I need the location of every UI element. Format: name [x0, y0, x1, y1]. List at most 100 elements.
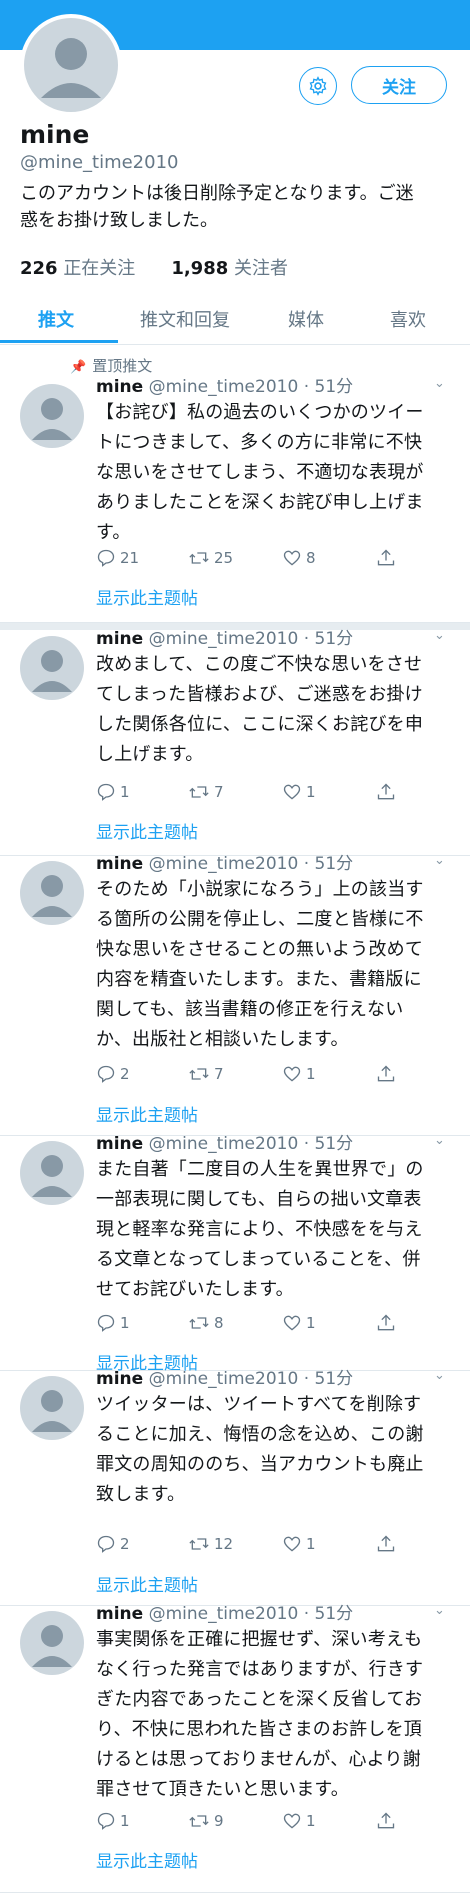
tweet[interactable]: mine @mine_time2010 · 51分 ⌄ 事実関係を正確に把握せず、深… [0, 1603, 470, 1893]
tweet-author-name[interactable]: mine [96, 1604, 143, 1624]
like-button[interactable]: 1 [282, 1064, 316, 1084]
tweet[interactable]: mine @mine_time2010 · 51分 ⌄ 改めまして、この度ご不快な思… [0, 628, 470, 856]
share-button[interactable] [376, 548, 396, 568]
tweet-actions: 21 25 8 [96, 548, 406, 574]
tweet-text-line: 改めまして、この度ご不快な思いをさせ [96, 654, 423, 675]
default-avatar-icon [32, 1155, 72, 1197]
tweet[interactable]: mine @mine_time2010 · 51分 ⌄ 【お詫び】私の過去のいくつか… [0, 372, 470, 623]
tweet-avatar[interactable] [20, 1141, 84, 1205]
tweet-text-line: トにつきまして、多くの方に非常に不快 [96, 432, 423, 453]
like-button[interactable]: 8 [282, 548, 316, 568]
tweet[interactable]: mine @mine_time2010 · 51分 ⌄ そのため「小説家になろう」上… [0, 853, 470, 1136]
profile-stats: 226 正在关注 1,988 关注者 [20, 254, 288, 280]
tweet-author-name[interactable]: mine [96, 377, 143, 397]
followers-link[interactable]: 1,988 关注者 [171, 258, 288, 279]
tweet-text-line: てしまった皆様および、ご迷惑をお掛け [96, 684, 423, 705]
tweet-time[interactable]: · 51分 [304, 1369, 353, 1389]
like-count: 1 [306, 1812, 316, 1830]
tweet-avatar[interactable] [20, 1376, 84, 1440]
retweet-button[interactable]: 12 [188, 1534, 233, 1554]
retweet-button[interactable]: 9 [188, 1811, 224, 1831]
settings-button[interactable] [299, 67, 337, 105]
like-count: 8 [306, 549, 316, 567]
tweet-avatar[interactable] [20, 861, 84, 925]
tweet-author-handle: @mine_time2010 [148, 1134, 299, 1154]
share-button[interactable] [376, 1313, 396, 1333]
retweet-button[interactable]: 25 [188, 548, 233, 568]
reply-button[interactable]: 2 [96, 1534, 130, 1554]
like-icon [283, 784, 301, 800]
following-link[interactable]: 226 正在关注 [20, 258, 135, 279]
reply-count: 1 [120, 1812, 130, 1830]
tweet-time[interactable]: · 51分 [304, 377, 353, 397]
tweet-text: 【お詫び】私の過去のいくつかのツイー トにつきまして、多くの方に非常に不快 な思いを… [96, 398, 446, 548]
chevron-down-icon[interactable]: ⌄ [434, 1603, 445, 1618]
tweet-time[interactable]: · 51分 [304, 1134, 353, 1154]
chevron-down-icon[interactable]: ⌄ [434, 853, 445, 868]
reply-button[interactable]: 2 [96, 1064, 130, 1084]
tweet-actions: 1 9 1 [96, 1811, 406, 1837]
reply-button[interactable]: 1 [96, 1313, 130, 1333]
tweet-author-name[interactable]: mine [96, 1134, 143, 1154]
share-button[interactable] [376, 1811, 396, 1831]
retweet-button[interactable]: 7 [188, 782, 224, 802]
reply-button[interactable]: 1 [96, 782, 130, 802]
tab-tweets-replies[interactable]: 推文和回复 [140, 306, 230, 332]
reply-button[interactable]: 21 [96, 548, 139, 568]
tweet-avatar[interactable] [20, 1611, 84, 1675]
tweet-text-line: 事実関係を正確に把握せず、深い考えも [96, 1629, 423, 1650]
chevron-down-icon[interactable]: ⌄ [434, 628, 445, 643]
like-button[interactable]: 1 [282, 1313, 316, 1333]
tweet[interactable]: mine @mine_time2010 · 51分 ⌄ また自著「二度目の人生を異世… [0, 1133, 470, 1374]
show-thread-link[interactable]: 显示此主题帖 [96, 818, 198, 843]
like-button[interactable]: 1 [282, 782, 316, 802]
default-avatar-icon [41, 38, 101, 98]
tweet-time[interactable]: · 51分 [304, 854, 353, 874]
retweet-count: 8 [214, 1314, 224, 1332]
chevron-down-icon[interactable]: ⌄ [434, 1133, 445, 1148]
retweet-button[interactable]: 8 [188, 1313, 224, 1333]
tab-tweets[interactable]: 推文 [38, 306, 74, 332]
tweet-text-line: す。 [96, 522, 131, 543]
share-button[interactable] [376, 1064, 396, 1084]
chevron-down-icon[interactable]: ⌄ [434, 1368, 445, 1383]
share-button[interactable] [376, 782, 396, 802]
tweet-text-line: 【お詫び】私の過去のいくつかのツイー [96, 402, 424, 423]
tweet-author-name[interactable]: mine [96, 854, 143, 874]
tweet-text-line: けるとは思っておりませんが、心より謝 [96, 1749, 421, 1770]
show-thread-link[interactable]: 显示此主题帖 [96, 584, 198, 609]
retweet-count: 12 [214, 1535, 234, 1553]
followers-label: 关注者 [233, 258, 288, 279]
show-thread-link[interactable]: 显示此主题帖 [96, 1571, 198, 1596]
tweet-avatar[interactable] [20, 384, 84, 448]
retweet-icon [189, 1317, 209, 1329]
tweet-time[interactable]: · 51分 [304, 1604, 353, 1624]
default-avatar-icon [32, 1390, 72, 1432]
like-count: 1 [306, 1065, 316, 1083]
share-button[interactable] [376, 1534, 396, 1554]
retweet-count: 25 [214, 549, 234, 567]
follow-button[interactable]: 关注 [351, 66, 447, 104]
tweet-text-line: また自著「二度目の人生を異世界で」の [96, 1159, 424, 1180]
tweet-header: mine @mine_time2010 · 51分 [96, 1129, 353, 1154]
tweet-text: 改めまして、この度ご不快な思いをさせ てしまった皆様および、ご迷惑をお掛け した関係… [96, 650, 446, 770]
reply-icon [97, 783, 115, 801]
tweet-text-line: し上げます。 [96, 744, 204, 765]
tweet-author-name[interactable]: mine [96, 629, 143, 649]
chevron-down-icon[interactable]: ⌄ [434, 376, 445, 391]
show-thread-link[interactable]: 显示此主题帖 [96, 1847, 198, 1872]
tweet-author-name[interactable]: mine [96, 1369, 143, 1389]
retweet-button[interactable]: 7 [188, 1064, 224, 1084]
tweet-time[interactable]: · 51分 [304, 629, 353, 649]
reply-button[interactable]: 1 [96, 1811, 130, 1831]
tweet-author-handle: @mine_time2010 [148, 629, 299, 649]
tab-likes[interactable]: 喜欢 [390, 306, 426, 332]
reply-count: 1 [120, 783, 130, 801]
tab-media[interactable]: 媒体 [288, 306, 324, 332]
tweet-avatar[interactable] [20, 636, 84, 700]
like-button[interactable]: 1 [282, 1811, 316, 1831]
show-thread-link[interactable]: 显示此主题帖 [96, 1101, 198, 1126]
like-button[interactable]: 1 [282, 1534, 316, 1554]
tweet[interactable]: mine @mine_time2010 · 51分 ⌄ ツイッターは、ツイートすべて… [0, 1368, 470, 1606]
profile-avatar[interactable] [20, 14, 122, 116]
